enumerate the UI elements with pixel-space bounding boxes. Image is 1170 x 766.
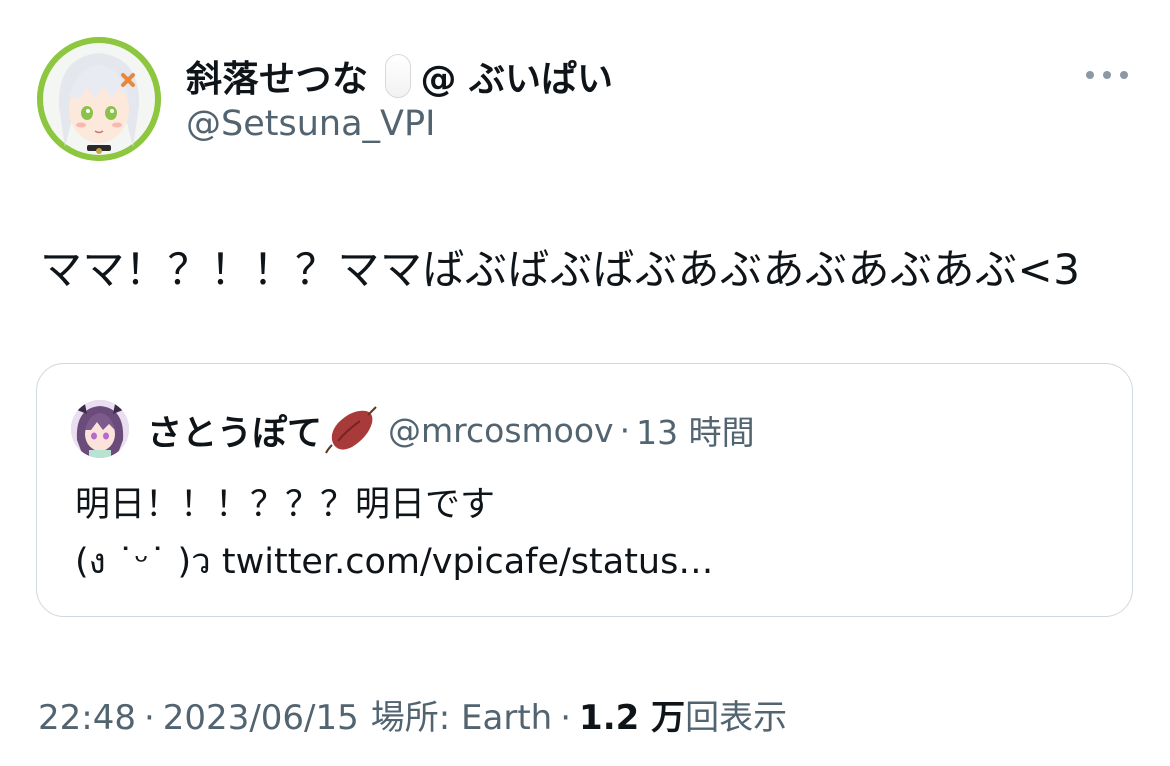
white-pill-emoji-icon (384, 54, 411, 98)
quote-separator: · (619, 410, 631, 450)
tweet-location: 場所: Earth (370, 698, 553, 738)
quote-text-line-1: 明日！！！？？？明日です (75, 485, 496, 525)
quote-tweet-card[interactable]: さとうぽて @mrcosmoov · 13 時間 明日！！！？？？明日です (ง… (36, 363, 1133, 617)
author-display-name-suffix: @ ぶいぱい (420, 59, 614, 100)
tweet-date[interactable]: 2023/06/15 (163, 698, 359, 738)
author-display-name: 斜落せつな (186, 59, 369, 100)
quote-avatar-image (71, 400, 129, 458)
views-label[interactable]: 回表示 (685, 690, 787, 739)
meta-separator-2: · (560, 698, 572, 738)
more-options-button[interactable] (1082, 58, 1132, 92)
views-count[interactable]: 1.2 万 (579, 690, 685, 739)
tweet-time[interactable]: 22:48 (38, 698, 136, 738)
author-avatar[interactable] (37, 37, 161, 161)
tweet-meta: 22:48 · 2023/06/15 場所: Earth · 1.2 万 回表示 (38, 690, 787, 739)
quote-header: さとうぽて @mrcosmoov · 13 時間 (147, 402, 755, 458)
avatar-image (37, 37, 161, 161)
quote-author-name[interactable]: さとうぽて (147, 405, 322, 456)
meta-separator: · (143, 698, 155, 738)
author-handle[interactable]: @Setsuna_VPI (186, 104, 435, 144)
tweet: 斜落せつな @ ぶいぱい @Setsuna_VPI ママ！？！！？ママばぶばぶば… (0, 0, 1170, 766)
tweet-text: ママ！？！！？ママばぶばぶばぶあぶあぶあぶあぶ<3 (40, 245, 1081, 294)
quote-author-avatar[interactable] (71, 400, 129, 458)
more-options-icon (1086, 71, 1128, 79)
author-name-row[interactable]: 斜落せつな @ ぶいぱい (186, 50, 613, 102)
quote-timestamp[interactable]: 13 時間 (636, 406, 754, 454)
quote-text-line-2: (ง ˙ᵕ˙ )ว twitter.com/vpicafe/status… (75, 542, 714, 582)
sweet-potato-emoji-icon (324, 405, 378, 455)
quote-author-handle[interactable]: @mrcosmoov (388, 411, 614, 450)
